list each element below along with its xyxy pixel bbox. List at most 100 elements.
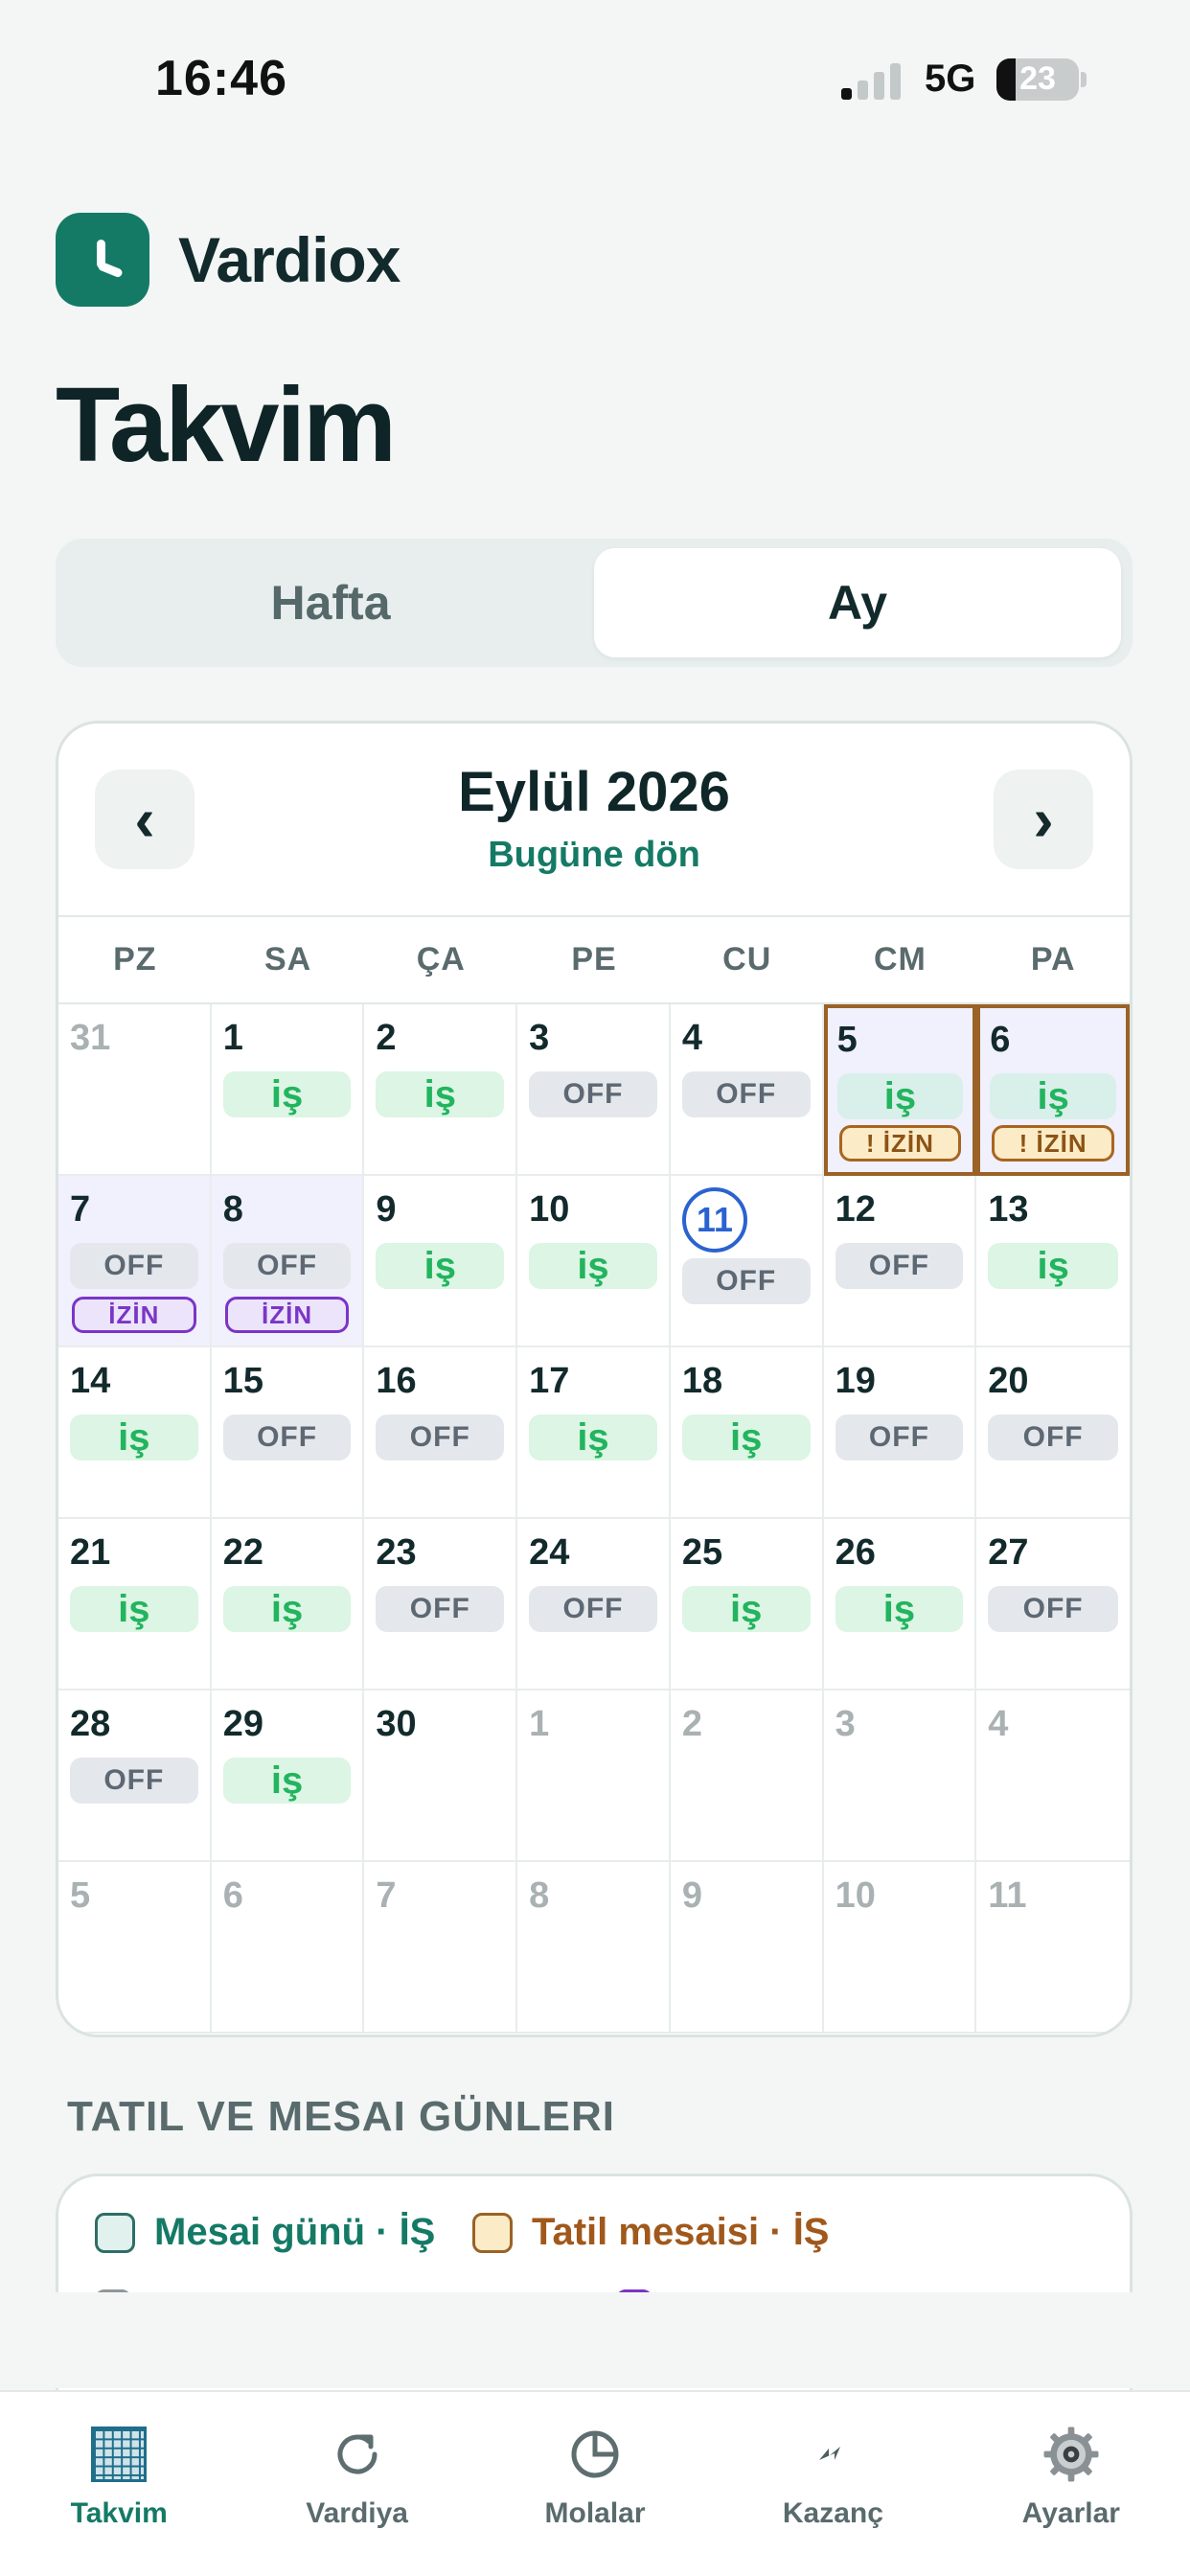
month-title: Eylül 2026 bbox=[458, 761, 730, 823]
calendar-day-cell[interactable]: 10 bbox=[823, 1862, 977, 2034]
day-number: 2 bbox=[376, 1018, 397, 1058]
work-badge: iş bbox=[222, 1586, 352, 1632]
calendar-day-cell[interactable]: 10 iş bbox=[517, 1176, 671, 1347]
calendar-day-cell[interactable]: 17 iş bbox=[517, 1347, 671, 1519]
calendar-day-cell[interactable]: 6 bbox=[211, 1862, 365, 2034]
tab-molalar[interactable]: Molalar bbox=[476, 2392, 714, 2576]
calendar-day-cell[interactable]: 4 OFF bbox=[670, 1004, 824, 1176]
calendar-day-cell[interactable]: 22 iş bbox=[211, 1519, 365, 1690]
leave-badge: İZİN bbox=[224, 1297, 350, 1333]
weekday-header: PZ SA ÇA PE CU CM PA bbox=[58, 915, 1130, 1004]
calendar-day-cell[interactable]: 19 OFF bbox=[823, 1347, 977, 1519]
calendar-day-cell[interactable]: 2 bbox=[670, 1690, 824, 1862]
day-number: 1 bbox=[222, 1018, 243, 1058]
day-number: 4 bbox=[681, 1018, 702, 1058]
calendar-day-cell[interactable]: 11 bbox=[976, 1862, 1130, 2034]
calendar-day-cell[interactable]: 5 bbox=[58, 1862, 212, 2034]
next-month-button[interactable]: › bbox=[994, 770, 1093, 869]
battery-icon: 23 bbox=[996, 58, 1079, 101]
day-number: 17 bbox=[529, 1361, 570, 1401]
legend-swatch bbox=[472, 2212, 513, 2253]
calendar-day-cell[interactable]: 21 iş bbox=[58, 1519, 212, 1690]
calendar-day-cell[interactable]: 3 bbox=[823, 1690, 977, 1862]
calendar-day-cell[interactable]: 31 bbox=[58, 1004, 212, 1176]
leave-badge: ! İZİN bbox=[992, 1125, 1114, 1162]
off-badge: OFF bbox=[681, 1071, 811, 1117]
cellular-signal-icon bbox=[841, 61, 903, 100]
work-badge: iş bbox=[222, 1758, 352, 1804]
calendar-day-cell[interactable]: 24 OFF bbox=[517, 1519, 671, 1690]
calendar-day-cell[interactable]: 16 OFF bbox=[364, 1347, 518, 1519]
legend-swatch bbox=[95, 2212, 135, 2253]
calendar-day-cell[interactable]: 7 bbox=[364, 1862, 518, 2034]
weekday-label: ÇA bbox=[416, 941, 466, 978]
off-badge: OFF bbox=[70, 1243, 198, 1289]
calendar-day-cell[interactable]: 23 OFF bbox=[364, 1519, 518, 1690]
tab-ayarlar[interactable]: Ayarlar bbox=[952, 2392, 1190, 2576]
calendar-day-cell[interactable]: 13 iş bbox=[976, 1176, 1130, 1347]
calendar-day-cell[interactable]: 6 iş ! İZİN bbox=[976, 1004, 1130, 1176]
calendar-day-cell[interactable]: 20 OFF bbox=[976, 1347, 1130, 1519]
segment-month[interactable]: Ay bbox=[594, 548, 1121, 657]
tab-kazanc[interactable]: Kazanç bbox=[714, 2392, 951, 2576]
day-number: 26 bbox=[835, 1532, 876, 1573]
day-number: 30 bbox=[376, 1704, 417, 1744]
calendar-day-cell[interactable]: 9 bbox=[670, 1862, 824, 2034]
calendar-day-cell[interactable]: 11 OFF bbox=[670, 1176, 824, 1347]
back-to-today-link[interactable]: Bugüne dön bbox=[58, 835, 1130, 876]
calendar-day-cell[interactable]: 12 OFF bbox=[823, 1176, 977, 1347]
calendar-day-cell[interactable]: 1 iş bbox=[211, 1004, 365, 1176]
tab-takvim[interactable]: Takvim bbox=[0, 2392, 238, 2576]
tab-vardiya[interactable]: Vardiya bbox=[238, 2392, 475, 2576]
calendar-day-cell[interactable]: 14 iş bbox=[58, 1347, 212, 1519]
day-number: 9 bbox=[681, 1875, 702, 1916]
work-badge: iş bbox=[988, 1243, 1118, 1289]
status-time: 16:46 bbox=[155, 51, 287, 106]
view-segmented-control: Hafta Ay bbox=[56, 539, 1133, 667]
day-number: 14 bbox=[70, 1361, 111, 1401]
calendar-day-cell[interactable]: 5 iş ! İZİN bbox=[823, 1004, 977, 1176]
calendar-day-cell[interactable]: 4 bbox=[976, 1690, 1130, 1862]
weekday-label: PZ bbox=[113, 941, 157, 978]
work-badge: iş bbox=[376, 1071, 505, 1117]
calendar-day-cell[interactable]: 29 iş bbox=[211, 1690, 365, 1862]
day-number: 11 bbox=[988, 1875, 1027, 1916]
off-badge: OFF bbox=[222, 1243, 352, 1289]
calendar-day-cell[interactable]: 1 bbox=[517, 1690, 671, 1862]
calendar-day-cell[interactable]: 27 OFF bbox=[976, 1519, 1130, 1690]
calendar-day-cell[interactable]: 3 OFF bbox=[517, 1004, 671, 1176]
legend-item-work-day: Mesai günü · İŞ bbox=[95, 2211, 435, 2254]
tab-label: Molalar bbox=[544, 2497, 646, 2529]
brand: Vardiox bbox=[56, 213, 400, 307]
calendar-day-cell[interactable]: 2 iş bbox=[364, 1004, 518, 1176]
day-number: 13 bbox=[988, 1189, 1029, 1230]
scroll-fade bbox=[0, 2292, 1190, 2388]
calendar-day-cell[interactable]: 15 OFF bbox=[211, 1347, 365, 1519]
work-badge: iş bbox=[681, 1414, 811, 1460]
day-number: 5 bbox=[836, 1020, 858, 1060]
off-badge: OFF bbox=[988, 1586, 1118, 1632]
segment-week[interactable]: Hafta bbox=[67, 548, 594, 657]
calendar-day-cell[interactable]: 9 iş bbox=[364, 1176, 518, 1347]
day-number: 24 bbox=[529, 1532, 570, 1573]
day-number: 1 bbox=[529, 1704, 550, 1744]
calendar-day-cell[interactable]: 28 OFF bbox=[58, 1690, 212, 1862]
page-title: Takvim bbox=[56, 366, 397, 484]
legend-label: Tatil mesaisi · İŞ bbox=[532, 2211, 830, 2253]
work-badge: iş bbox=[529, 1243, 657, 1289]
calendar-day-cell[interactable]: 18 iş bbox=[670, 1347, 824, 1519]
work-badge: iş bbox=[681, 1586, 811, 1632]
tab-label: Kazanç bbox=[782, 2497, 883, 2529]
calendar-day-cell[interactable]: 30 bbox=[364, 1690, 518, 1862]
calendar-day-cell[interactable]: 7 OFF İZİN bbox=[58, 1176, 212, 1347]
work-badge: iş bbox=[990, 1073, 1116, 1119]
off-badge: OFF bbox=[376, 1586, 505, 1632]
day-number: 21 bbox=[70, 1532, 111, 1573]
calendar-day-cell[interactable]: 8 OFF İZİN bbox=[211, 1176, 365, 1347]
calendar-day-cell[interactable]: 26 iş bbox=[823, 1519, 977, 1690]
calendar-day-cell[interactable]: 25 iş bbox=[670, 1519, 824, 1690]
day-number: 23 bbox=[376, 1532, 417, 1573]
day-number: 31 bbox=[70, 1018, 111, 1058]
network-type: 5G bbox=[925, 58, 976, 100]
calendar-day-cell[interactable]: 8 bbox=[517, 1862, 671, 2034]
